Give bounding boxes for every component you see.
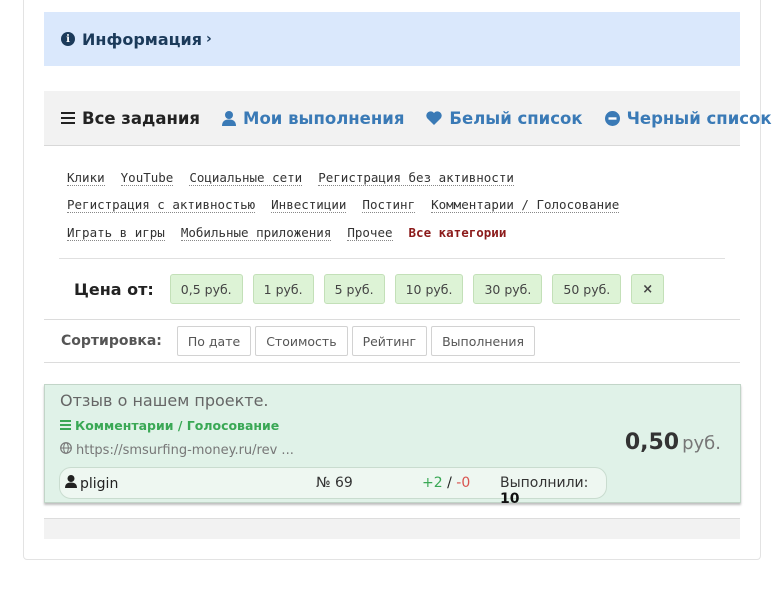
task-card[interactable]: Отзыв о нашем проекте. Комментарии / Гол… (44, 384, 741, 507)
tab-whitelist[interactable]: Белый список (426, 108, 583, 128)
price-option-10[interactable]: 10 руб. (394, 274, 464, 304)
price-option-1[interactable]: 1 руб. (252, 274, 314, 304)
tab-label: Белый список (449, 108, 583, 128)
divider (44, 362, 740, 363)
info-label: Информация (82, 29, 202, 49)
info-icon: i (61, 32, 75, 46)
price-option-0-5[interactable]: 0,5 руб. (169, 274, 243, 304)
user-icon (65, 475, 77, 492)
sort-by-date-button[interactable]: По дате (176, 326, 252, 356)
completions-count: 10 (500, 491, 520, 507)
heart-icon (426, 111, 443, 125)
task-number: № 69 (316, 475, 353, 491)
price-filter-label: Цена от: (74, 279, 154, 299)
task-url-text: https://smsurfing-money.ru/rev ... (76, 442, 294, 458)
tabs-bar: Все задания Мои выполнения Белый список … (44, 91, 772, 146)
tab-label: Все задания (82, 108, 201, 128)
footer-bar (44, 518, 740, 539)
bars-icon (61, 112, 75, 124)
divider (44, 319, 740, 320)
tab-label: Черный список (626, 108, 772, 128)
task-category-label: Комментарии / Голосование (75, 418, 280, 433)
sort-by-cost-button[interactable]: Стоимость (255, 326, 348, 356)
tab-label: Мои выполнения (243, 108, 405, 128)
category-social[interactable]: Социальные сети (189, 170, 303, 186)
price-option-30[interactable]: 30 руб. (473, 274, 543, 304)
task-completions: Выполнили: 10 (500, 475, 606, 507)
task-author[interactable]: pligin (65, 475, 118, 492)
category-other[interactable]: Прочее (347, 225, 393, 241)
price-option-50[interactable]: 50 руб. (552, 274, 622, 304)
task-category: Комментарии / Голосование (60, 418, 279, 433)
category-reg-activity[interactable]: Регистрация с активностью (67, 197, 256, 214)
category-posting[interactable]: Постинг (362, 197, 416, 214)
category-all[interactable]: Все категории (409, 225, 507, 240)
task-price: 0,50 руб. (625, 430, 721, 455)
user-icon (222, 110, 237, 126)
votes-plus: +2 (422, 475, 443, 491)
category-games[interactable]: Играть в игры (67, 225, 165, 241)
task-meta: pligin № 69 +2 / -0 Выполнили: 10 (59, 467, 607, 507)
completions-label: Выполнили: (500, 475, 589, 491)
votes-minus: -0 (456, 475, 471, 491)
tab-blacklist[interactable]: Черный список (604, 108, 772, 128)
sort-bar: Сортировка: По дате Стоимость Рейтинг Вы… (61, 326, 539, 356)
category-comments[interactable]: Комментарии / Голосование (431, 197, 620, 214)
divider (59, 258, 725, 259)
votes-separator: / (442, 475, 457, 491)
price-option-5[interactable]: 5 руб. (323, 274, 385, 304)
sort-label: Сортировка: (61, 333, 162, 349)
chevron-right-icon: › (205, 31, 212, 47)
globe-icon (60, 442, 72, 458)
task-author-name: pligin (80, 475, 119, 492)
info-bar[interactable]: i Информация › (44, 12, 740, 66)
category-investments[interactable]: Инвестиции (271, 197, 347, 214)
task-url: https://smsurfing-money.ru/rev ... (60, 442, 294, 458)
minus-circle-icon (604, 110, 620, 126)
tab-my-completions[interactable]: Мои выполнения (222, 109, 404, 128)
tab-all-tasks[interactable]: Все задания (61, 109, 200, 128)
sort-by-completions-button[interactable]: Выполнения (431, 326, 536, 356)
category-clicks[interactable]: Клики (67, 170, 105, 186)
price-clear-button[interactable]: × (631, 274, 665, 304)
price-filter: Цена от: 0,5 руб. 1 руб. 5 руб. 10 руб. … (74, 274, 674, 304)
task-price-value: 0,50 (624, 430, 680, 455)
task-price-currency: руб. (682, 433, 721, 454)
sort-by-rating-button[interactable]: Рейтинг (351, 326, 428, 356)
category-mobile-apps[interactable]: Мобильные приложения (180, 225, 332, 241)
category-youtube[interactable]: YouTube (120, 170, 174, 186)
category-reg-no-activity[interactable]: Регистрация без активности (318, 170, 514, 186)
category-list: Клики YouTube Социальные сети Регистраци… (67, 164, 717, 247)
task-title[interactable]: Отзыв о нашем проекте. (60, 391, 269, 410)
bars-icon (60, 418, 71, 433)
task-votes: +2 / -0 (422, 475, 470, 491)
